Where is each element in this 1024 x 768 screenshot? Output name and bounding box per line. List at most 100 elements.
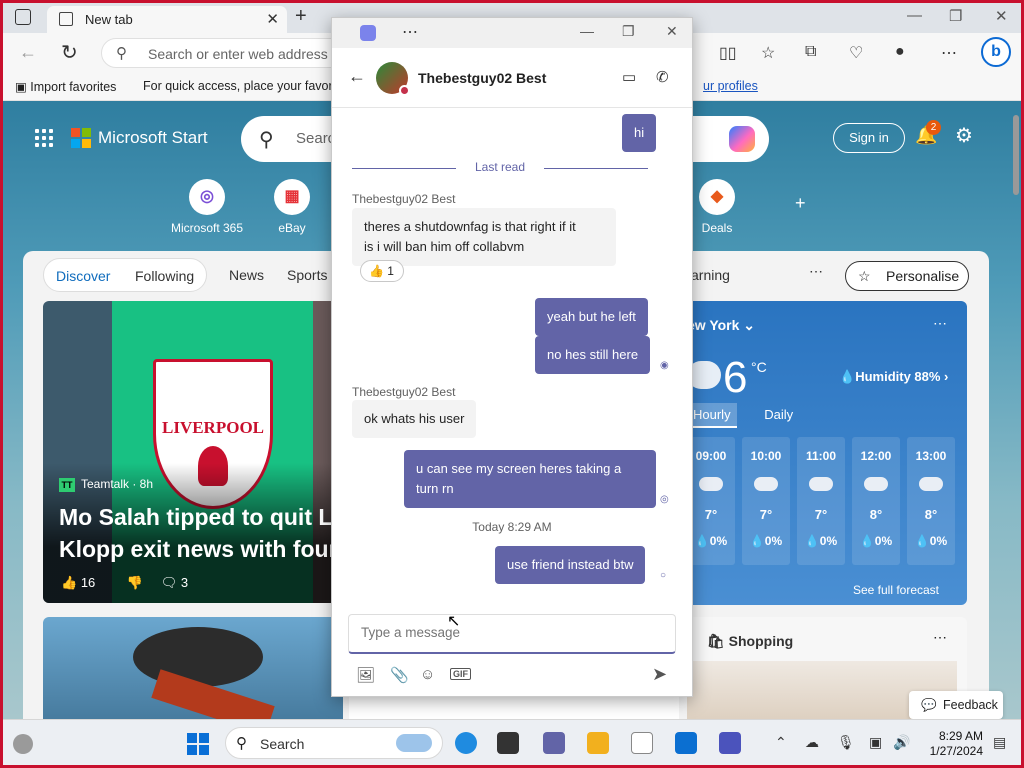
split-screen-icon[interactable]: ▯▯ <box>719 43 737 63</box>
collections-icon[interactable]: ⧉ <box>805 43 816 61</box>
feed-nav-news[interactable]: News <box>229 267 264 283</box>
settings-more-icon[interactable]: ⋯ <box>941 43 957 63</box>
weather-city[interactable]: ew York ⌄ <box>687 317 755 334</box>
shopping-more-icon[interactable]: ⋯ <box>933 629 947 646</box>
clock-date: 1/27/2024 <box>929 744 983 758</box>
dislike-icon[interactable]: 👎 <box>127 575 143 590</box>
gear-icon[interactable]: ⚙ <box>955 123 973 148</box>
notification-badge: 2 <box>926 120 941 135</box>
bing-copilot-button[interactable]: b <box>981 37 1011 67</box>
avatar[interactable] <box>376 62 410 96</box>
gif-icon[interactable]: GIF <box>450 668 471 680</box>
message-bubble-incoming[interactable]: ok whats his user <box>352 400 477 438</box>
weather-card[interactable]: ew York ⌄ ⋯ 6 °C 💧Humidity 88% › Hourly … <box>687 301 967 605</box>
new-tab-favicon-icon <box>59 12 73 26</box>
message-bubble-outgoing[interactable]: use friend instead btw <box>495 546 646 584</box>
onedrive-cloud-icon[interactable]: ☁ <box>805 734 819 751</box>
tab-following[interactable]: Following <box>135 268 194 284</box>
close-icon[interactable]: ✕ <box>666 23 678 40</box>
news-card-ship-fire[interactable] <box>43 617 343 719</box>
personalise-button[interactable]: ☆ Personalise <box>845 261 969 291</box>
store-icon[interactable] <box>675 732 697 754</box>
news-source: TT Teamtalk · 8h <box>59 477 153 492</box>
minimize-icon[interactable]: — <box>907 7 922 24</box>
status-busy-icon <box>399 85 410 96</box>
add-quick-link-icon[interactable]: + <box>795 193 806 214</box>
new-tab-icon[interactable]: + <box>295 5 307 28</box>
hour-column: 09:00 7° 💧0% <box>687 437 735 565</box>
see-full-forecast-link[interactable]: See full forecast <box>853 583 939 597</box>
message-sender: Thebestguy02 Best <box>352 385 456 399</box>
attach-icon[interactable]: 📎 <box>390 666 409 684</box>
system-clock[interactable]: 8:29 AM 1/27/2024 <box>923 729 983 759</box>
tab-discover[interactable]: Discover <box>56 268 110 284</box>
quick-link-ebay[interactable]: ▦ eBay <box>252 179 332 235</box>
contact-name[interactable]: Thebestguy02 Best <box>418 70 546 86</box>
tab-hourly[interactable]: Hourly <box>687 403 737 428</box>
notepad-icon[interactable] <box>631 732 653 754</box>
refresh-icon[interactable]: ↻ <box>61 40 78 65</box>
tab-daily[interactable]: Daily <box>764 407 793 422</box>
page-scrollbar[interactable] <box>1013 115 1019 195</box>
message-bubble-incoming[interactable]: theres a shutdownfag is that right if it… <box>352 208 616 266</box>
weather-more-icon[interactable]: ⋯ <box>933 315 947 332</box>
feed-more-icon[interactable]: ⋯ <box>809 263 823 280</box>
favorites-star-icon[interactable]: ☆ <box>761 43 775 63</box>
humidity[interactable]: 💧Humidity 88% › <box>839 369 948 385</box>
import-favorites-link[interactable]: ▣ Import favorites <box>15 79 116 94</box>
back-arrow-icon[interactable]: ← <box>19 42 37 63</box>
more-options-icon[interactable]: ⋯ <box>402 22 418 42</box>
teams-app-icon[interactable] <box>719 732 741 754</box>
profile-icon[interactable]: ● <box>895 43 905 61</box>
emoji-icon[interactable]: ☺ <box>420 666 435 683</box>
cloud-icon <box>754 477 778 491</box>
close-tab-icon[interactable]: ✕ <box>266 10 279 28</box>
message-bubble-outgoing[interactable]: u can see my screen heres taking a turn … <box>404 450 656 508</box>
message-bubble-outgoing[interactable]: hi <box>622 114 657 152</box>
chevron-up-icon[interactable]: ⌃ <box>775 734 787 751</box>
message-bubble-outgoing[interactable]: no hes still here <box>535 336 651 374</box>
send-icon[interactable]: ➤ <box>652 664 667 685</box>
feed-nav-learning[interactable]: arning <box>691 267 730 283</box>
browser-essentials-icon[interactable]: ♡ <box>849 43 863 63</box>
quick-link-microsoft-365[interactable]: ◎ Microsoft 365 <box>167 179 247 235</box>
edge-browser-icon[interactable] <box>455 732 477 754</box>
image-icon[interactable]: 🖼 <box>356 666 375 684</box>
notification-center-icon[interactable]: ▤ <box>993 734 1006 751</box>
phone-call-icon[interactable]: ✆ <box>656 68 669 86</box>
file-explorer-icon[interactable] <box>587 732 609 754</box>
restore-icon[interactable]: ❐ <box>949 7 962 25</box>
feed-nav-sports[interactable]: Sports <box>287 267 327 283</box>
comment-icon[interactable]: 🗨 3 <box>161 575 202 590</box>
video-call-icon[interactable]: ▭ <box>622 68 636 86</box>
volume-icon[interactable]: 🔊 <box>893 734 910 751</box>
network-icon[interactable]: ▣ <box>869 734 882 751</box>
news-headline[interactable]: Mo Salah tipped to quit L Klopp exit new… <box>59 501 343 565</box>
terminal-icon[interactable] <box>497 732 519 754</box>
profiles-link[interactable]: ur profiles <box>703 79 758 93</box>
tab-actions-icon[interactable] <box>15 9 31 25</box>
cloud-icon <box>864 477 888 491</box>
feed-tab-switcher: Discover Following <box>43 258 207 292</box>
message-input[interactable] <box>361 625 661 640</box>
widgets-weather-icon[interactable] <box>13 734 33 754</box>
feedback-button[interactable]: 💬 Feedback <box>909 691 1003 719</box>
microphone-icon[interactable]: 🎙 <box>837 734 855 751</box>
clock-time: 8:29 AM <box>938 729 983 743</box>
like-icon[interactable]: 👍 16 <box>61 575 109 590</box>
maximize-icon[interactable]: ❐ <box>622 23 635 40</box>
teams-chat-icon[interactable] <box>543 732 565 754</box>
compose-box[interactable] <box>348 614 676 654</box>
close-window-icon[interactable]: ✕ <box>995 7 1008 25</box>
message-bubble-outgoing[interactable]: yeah but he left <box>535 298 648 336</box>
app-launcher-icon[interactable] <box>35 129 53 147</box>
copilot-icon[interactable] <box>729 126 755 152</box>
start-button[interactable] <box>187 733 209 755</box>
minimize-icon[interactable]: — <box>580 23 594 39</box>
back-arrow-icon[interactable]: ← <box>348 66 366 87</box>
browser-tab[interactable]: New tab ✕ <box>47 6 287 33</box>
sign-in-button[interactable]: Sign in <box>833 123 905 153</box>
taskbar-search[interactable]: ⚲ Search <box>225 727 443 759</box>
news-card-liverpool[interactable]: LIVERPOOL TT Teamtalk · 8h Mo Salah tippe… <box>43 301 343 603</box>
reaction-badge[interactable]: 👍 1 <box>360 260 404 282</box>
